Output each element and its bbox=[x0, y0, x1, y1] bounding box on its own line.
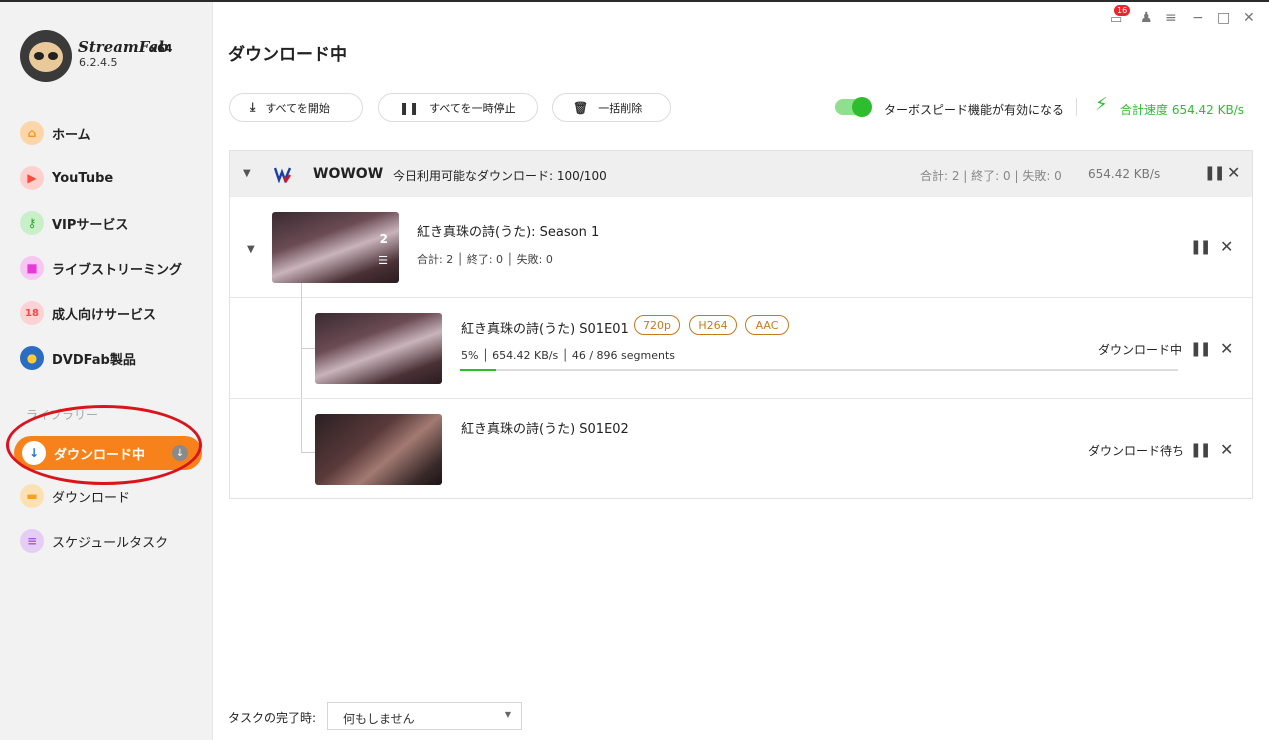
trash-icon: 🗑 bbox=[573, 100, 589, 115]
sidebar-item-label: スケジュールタスク bbox=[52, 535, 169, 551]
download-start-icon: ⤓ bbox=[250, 100, 256, 114]
maximize-icon[interactable]: □ bbox=[1217, 10, 1230, 26]
wowow-logo-icon bbox=[274, 167, 292, 183]
close-window-icon[interactable]: ✕ bbox=[1243, 10, 1255, 26]
sidebar-item-label: 成人向けサービス bbox=[52, 307, 157, 323]
youtube-icon: ▶ bbox=[20, 166, 44, 190]
season-close-icon[interactable]: ✕ bbox=[1220, 237, 1233, 256]
video-camera-icon: ■ bbox=[20, 256, 44, 280]
chevron-down-icon: ▼ bbox=[504, 710, 511, 719]
sidebar-item-label: YouTube bbox=[52, 170, 114, 186]
episode-stats: 5% │ 654.42 KB/s │ 46 / 896 segments bbox=[461, 349, 676, 362]
completion-value: 何もしません bbox=[343, 712, 415, 726]
lightning-icon: ⚡ bbox=[1095, 94, 1108, 115]
completion-select[interactable]: 何もしません ▼ bbox=[327, 702, 522, 730]
delete-all-button[interactable]: 🗑 一括削除 bbox=[552, 93, 671, 122]
sidebar-item-label: ダウンロード bbox=[52, 490, 131, 506]
row-divider bbox=[230, 297, 1252, 298]
folder-icon: ▬ bbox=[20, 484, 44, 508]
page-title: ダウンロード中 bbox=[228, 45, 347, 65]
dvdfab-icon: ● bbox=[20, 346, 44, 370]
season-pause-icon[interactable]: ❚❚ bbox=[1190, 239, 1212, 255]
service-pause-icon[interactable]: ❚❚ bbox=[1204, 165, 1226, 181]
menu-icon[interactable]: ≡ bbox=[1165, 10, 1177, 26]
episode-pause-icon[interactable]: ❚❚ bbox=[1190, 341, 1212, 357]
service-header: ▼ WOWOW 今日利用可能なダウンロード: 100/100 合計: 2 | 終… bbox=[230, 151, 1252, 197]
turbo-toggle[interactable] bbox=[835, 97, 872, 117]
turbo-label: ターボスピード機能が有効になる bbox=[884, 103, 1065, 117]
brand-arch: x64 bbox=[150, 42, 173, 55]
sidebar-item-adult[interactable]: 18 成人向けサービス bbox=[20, 297, 200, 329]
service-name: WOWOW bbox=[313, 166, 384, 182]
sidebar-item-home[interactable]: ⌂ ホーム bbox=[20, 117, 200, 149]
season-title: 紅き真珠の詩(うた): Season 1 bbox=[417, 225, 600, 240]
sidebar-item-dvdfab[interactable]: ● DVDFab製品 bbox=[20, 342, 200, 374]
episode-thumbnail bbox=[315, 414, 442, 485]
episode-title: 紅き真珠の詩(うた) S01E02 bbox=[461, 422, 629, 437]
sidebar-item-label: ライブストリーミング bbox=[52, 262, 183, 278]
delete-all-label: 一括削除 bbox=[598, 101, 643, 115]
episode-status: ダウンロード中 bbox=[1097, 343, 1182, 357]
sidebar-item-schedule[interactable]: ≡ スケジュールタスク bbox=[20, 525, 200, 557]
episode-title: 紅き真珠の詩(うた) S01E01 bbox=[461, 322, 629, 337]
sidebar: StreamFab x64 6.2.4.5 ⌂ ホーム ▶ YouTube ⚷ … bbox=[0, 2, 213, 740]
sidebar-item-label: ダウンロード中 bbox=[54, 447, 146, 463]
sidebar-item-downloaded[interactable]: ▬ ダウンロード bbox=[20, 480, 200, 512]
streamfab-logo bbox=[20, 30, 72, 82]
download-arrow-icon: ↓ bbox=[22, 441, 46, 465]
home-icon: ⌂ bbox=[20, 121, 44, 145]
episode-count: 2 bbox=[379, 232, 388, 246]
resolution-tag: 720p bbox=[634, 315, 680, 335]
video-codec-tag: H264 bbox=[689, 315, 737, 335]
pause-all-button[interactable]: ❚❚ すべてを一時停止 bbox=[378, 93, 538, 122]
pause-all-label: すべてを一時停止 bbox=[429, 101, 516, 115]
skin-icon[interactable]: ♟ bbox=[1140, 10, 1153, 26]
episode-pause-icon[interactable]: ❚❚ bbox=[1190, 442, 1212, 458]
total-speed: 合計速度 654.42 KB/s bbox=[1120, 103, 1245, 117]
row-divider bbox=[230, 398, 1252, 399]
playlist-icon: ☰ bbox=[378, 254, 388, 267]
divider bbox=[1076, 98, 1077, 116]
notification-badge: 16 bbox=[1114, 5, 1131, 16]
season-thumbnail: 2 ☰ bbox=[272, 212, 399, 283]
adult-18-icon: 18 bbox=[20, 301, 44, 325]
sidebar-item-live-streaming[interactable]: ■ ライブストリーミング bbox=[20, 252, 200, 284]
sidebar-item-label: VIPサービス bbox=[52, 217, 129, 233]
minimize-icon[interactable]: − bbox=[1192, 10, 1204, 26]
episode-status: ダウンロード待ち bbox=[1087, 444, 1184, 458]
service-stats: 合計: 2 | 終了: 0 | 失敗: 0 bbox=[920, 169, 1062, 183]
start-all-label: すべてを開始 bbox=[265, 101, 330, 115]
season-caret-icon[interactable]: ▼ bbox=[247, 244, 255, 255]
download-panel: ▼ WOWOW 今日利用可能なダウンロード: 100/100 合計: 2 | 終… bbox=[229, 150, 1253, 499]
progress-fill bbox=[460, 369, 496, 371]
sidebar-item-downloading[interactable]: ↓ ダウンロード中 ↓ bbox=[14, 436, 202, 470]
pause-icon: ❚❚ bbox=[399, 100, 420, 115]
tree-branch bbox=[301, 348, 315, 349]
key-icon: ⚷ bbox=[20, 211, 44, 235]
schedule-list-icon: ≡ bbox=[20, 529, 44, 553]
download-status-icon: ↓ bbox=[172, 445, 188, 461]
audio-codec-tag: AAC bbox=[745, 315, 789, 335]
service-quota: 今日利用可能なダウンロード: 100/100 bbox=[393, 169, 607, 183]
episode-close-icon[interactable]: ✕ bbox=[1220, 440, 1233, 459]
sidebar-item-label: DVDFab製品 bbox=[52, 352, 136, 368]
sidebar-item-label: ホーム bbox=[52, 127, 91, 143]
library-heading: ライブラリー bbox=[26, 408, 99, 422]
app-version: 6.2.4.5 bbox=[79, 56, 118, 69]
collapse-caret-icon[interactable]: ▼ bbox=[243, 168, 251, 179]
service-speed: 654.42 KB/s bbox=[1088, 167, 1161, 181]
episode-close-icon[interactable]: ✕ bbox=[1220, 339, 1233, 358]
sidebar-item-youtube[interactable]: ▶ YouTube bbox=[20, 162, 200, 194]
tree-branch bbox=[301, 452, 315, 453]
episode-thumbnail bbox=[315, 313, 442, 384]
tree-line bbox=[301, 283, 302, 453]
download-progress-bar bbox=[460, 369, 1178, 371]
sidebar-item-vip[interactable]: ⚷ VIPサービス bbox=[20, 207, 200, 239]
season-stats: 合計: 2 │ 終了: 0 │ 失敗: 0 bbox=[417, 253, 553, 266]
service-close-icon[interactable]: ✕ bbox=[1227, 163, 1240, 182]
start-all-button[interactable]: ⤓ すべてを開始 bbox=[229, 93, 363, 122]
completion-label: タスクの完了時: bbox=[228, 711, 317, 725]
